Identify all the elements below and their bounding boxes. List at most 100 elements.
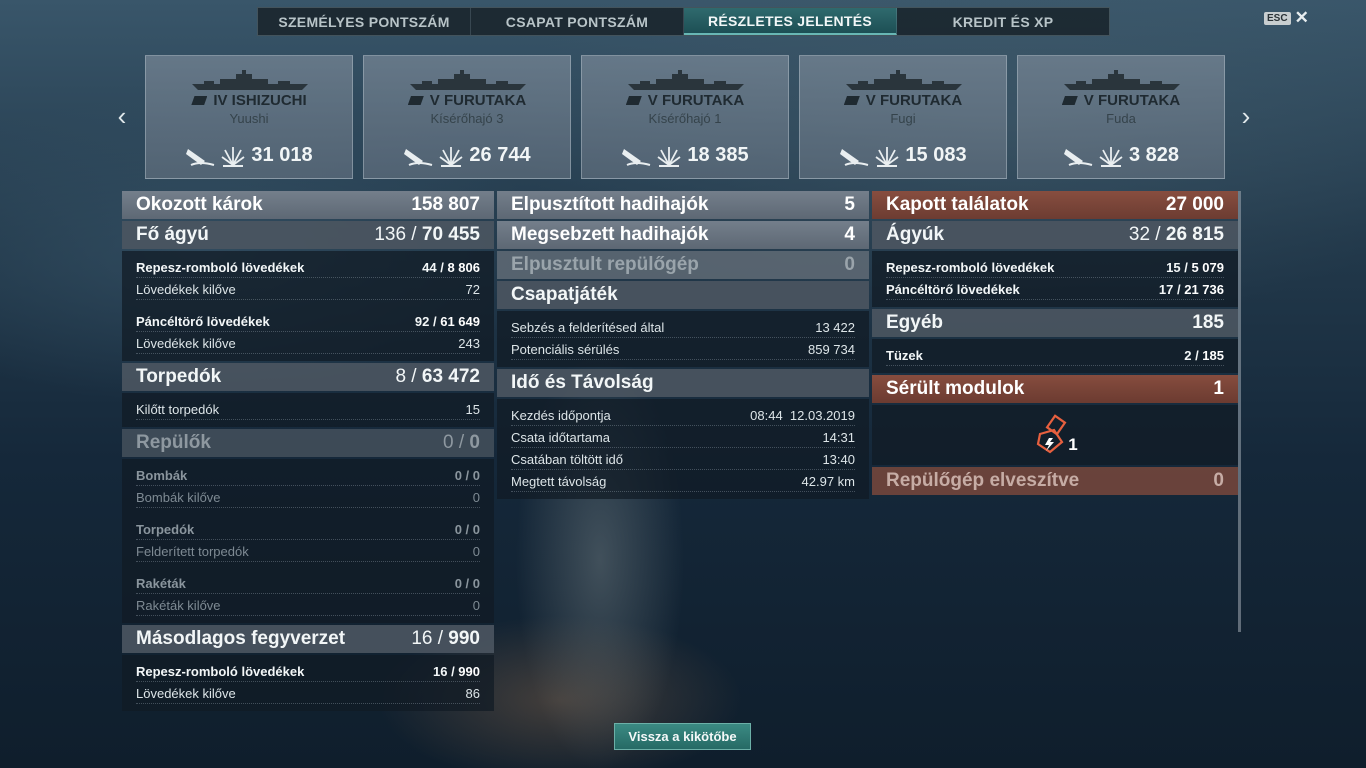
player-name: Fuda xyxy=(1106,111,1136,126)
torpedoes-section: Kilőtt torpedók 15 xyxy=(122,393,494,427)
report-tabs: SZEMÉLYES PONTSZÁM CSAPAT PONTSZÁM RÉSZL… xyxy=(257,7,1110,36)
battle-duration-row: Csata időtartama 14:31 xyxy=(497,427,869,448)
other-received-section: Tüzek 2 / 185 xyxy=(872,339,1238,373)
time-in-battle-row: Csatában töltött idő 13:40 xyxy=(497,449,869,470)
damage-burst-icon xyxy=(1099,146,1123,167)
damage-value: 3 828 xyxy=(1128,144,1180,166)
ship-silhouette-icon xyxy=(1064,70,1180,90)
main-guns-section: Repesz-romboló lövedékek 44 / 8 806 Löved… xyxy=(122,251,494,361)
damage-value: 31 018 xyxy=(251,144,313,166)
sunk-ship-icon xyxy=(622,148,651,166)
ship-name: V FURUTAKA xyxy=(1018,92,1224,109)
team-stats-column: Elpusztított hadihajók 5 Megsebzett hadih… xyxy=(497,191,869,501)
aircraft-section: Bombák 0 / 0 Bombák kilőve 0 Torpedók 0 / 0… xyxy=(122,459,494,623)
received-ap-row: Páncéltörő lövedékek 17 / 21 736 xyxy=(872,279,1238,300)
ship-card[interactable]: IV ISHIZUCHI Yuushi 31 018 xyxy=(145,55,353,179)
bombs-dropped-row: Bombák kilőve 0 xyxy=(122,487,494,508)
close-button[interactable]: ESC ✕ xyxy=(1264,9,1309,26)
ship-name: V FURUTAKA xyxy=(800,92,1006,109)
torpedoes-fired-row: Kilőtt torpedók 15 xyxy=(122,399,494,420)
player-name: Yuushi xyxy=(229,111,269,126)
secondary-header: Másodlagos fegyverzet 16 / 990 xyxy=(122,625,494,653)
ship-card[interactable]: V FURUTAKA Fuda 3 828 xyxy=(1017,55,1225,179)
bombs-row: Bombák 0 / 0 xyxy=(122,465,494,486)
spotted-torpedoes-row: Felderített torpedók 0 xyxy=(122,541,494,562)
spotting-damage-row: Sebzés a felderítésed által 13 422 xyxy=(497,317,869,338)
damage-burst-icon xyxy=(875,146,899,167)
tab-credits-xp[interactable]: KREDIT ÉS XP xyxy=(897,8,1109,35)
planes-destroyed-header: Elpusztult repülőgép 0 xyxy=(497,251,869,279)
ap-fired-row: Lövedékek kilőve 243 xyxy=(122,333,494,354)
ships-destroyed-header: Elpusztított hadihajók 5 xyxy=(497,191,869,219)
ship-card[interactable]: V FURUTAKA Kísérőhajó 3 26 744 xyxy=(363,55,571,179)
damage-caused-header: Okozott károk 158 807 xyxy=(122,191,494,219)
tab-detailed-report[interactable]: RÉSZLETES JELENTÉS xyxy=(684,8,897,35)
secondary-he-row: Repesz-romboló lövedékek 16 / 990 xyxy=(122,661,494,682)
secondary-fired-row: Lövedékek kilőve 86 xyxy=(122,683,494,704)
ship-silhouette-icon xyxy=(192,70,308,90)
player-name: Fugi xyxy=(890,111,916,126)
ship-damage: 18 385 xyxy=(582,144,788,167)
damage-burst-icon xyxy=(221,146,245,167)
next-ship-arrow-icon[interactable]: › xyxy=(1238,103,1254,129)
tab-team-score[interactable]: CSAPAT PONTSZÁM xyxy=(471,8,684,35)
damage-value: 26 744 xyxy=(469,144,531,166)
damage-caused-label: Okozott károk xyxy=(136,194,263,215)
cruiser-class-icon xyxy=(1061,96,1078,105)
ship-damage: 15 083 xyxy=(800,144,1006,167)
potential-damage-row: Potenciális sérülés 859 734 xyxy=(497,339,869,360)
torpedoes-header: Torpedók 8 / 63 472 xyxy=(122,363,494,391)
ship-card[interactable]: V FURUTAKA Kísérőhajó 1 18 385 xyxy=(581,55,789,179)
rockets-row: Rakéták 0 / 0 xyxy=(122,573,494,594)
main-guns-label: Fő ágyú xyxy=(136,224,209,245)
tab-personal-score[interactable]: SZEMÉLYES PONTSZÁM xyxy=(258,8,471,35)
damage-value: 18 385 xyxy=(687,144,749,166)
ap-shells-row: Páncéltörő lövedékek 92 / 61 649 xyxy=(122,311,494,332)
damage-value: 15 083 xyxy=(905,144,967,166)
received-he-row: Repesz-romboló lövedékek 15 / 5 079 xyxy=(872,257,1238,278)
back-to-port-button[interactable]: Vissza a kikötőbe xyxy=(614,723,751,750)
stats-scrollbar[interactable] xyxy=(1238,191,1241,632)
sunk-ship-icon xyxy=(186,148,215,166)
close-icon[interactable]: ✕ xyxy=(1295,9,1309,26)
damage-caused-column: Okozott károk 158 807 Fő ágyú 136 / 70 4… xyxy=(122,191,494,713)
guns-received-header: Ágyúk 32 / 26 815 xyxy=(872,221,1238,249)
sunk-ship-icon xyxy=(1063,148,1093,166)
teamplay-header: Csapatjáték xyxy=(497,281,869,309)
player-name: Kísérőhajó 1 xyxy=(648,111,722,126)
hits-received-header: Kapott találatok 27 000 xyxy=(872,191,1238,219)
ship-damage: 3 828 xyxy=(1018,144,1224,167)
damage-burst-icon xyxy=(657,146,681,167)
he-shells-row: Repesz-romboló lövedékek 44 / 8 806 xyxy=(122,257,494,278)
rockets-fired-row: Rakéták kilőve 0 xyxy=(122,595,494,616)
ship-name: IV ISHIZUCHI xyxy=(146,92,352,109)
cruiser-class-icon xyxy=(407,96,424,105)
damaged-modules-section: 1 xyxy=(872,405,1238,465)
fires-row: Tüzek 2 / 185 xyxy=(872,345,1238,366)
secondary-section: Repesz-romboló lövedékek 16 / 990 Lövedék… xyxy=(122,655,494,711)
other-received-header: Egyéb 185 xyxy=(872,309,1238,337)
ship-name: V FURUTAKA xyxy=(364,92,570,109)
distance-row: Megtett távolság 42.97 km xyxy=(497,471,869,492)
he-fired-row: Lövedékek kilőve 72 xyxy=(122,279,494,300)
main-guns-header: Fő ágyú 136 / 70 455 xyxy=(122,221,494,249)
esc-key-badge: ESC xyxy=(1264,11,1291,25)
ship-card[interactable]: V FURUTAKA Fugi 15 083 xyxy=(799,55,1007,179)
time-distance-header: Idő és Távolság xyxy=(497,369,869,397)
start-time-row: Kezdés időpontja 08:44 12.03.2019 xyxy=(497,405,869,426)
damage-burst-icon xyxy=(439,146,463,167)
teamplay-section: Sebzés a felderítésed által 13 422 Potenc… xyxy=(497,311,869,367)
ship-silhouette-icon xyxy=(410,70,526,90)
ship-damage: 26 744 xyxy=(364,144,570,167)
planes-lost-header: Repülőgép elveszítve 0 xyxy=(872,467,1238,495)
aircraft-header: Repülők 0 / 0 xyxy=(122,429,494,457)
sunk-ship-icon xyxy=(404,148,433,166)
air-torpedoes-row: Torpedók 0 / 0 xyxy=(122,519,494,540)
cruiser-class-icon xyxy=(625,96,642,105)
damaged-modules-header: Sérült modulok 1 xyxy=(872,375,1238,403)
ships-damaged-header: Megsebzett hadihajók 4 xyxy=(497,221,869,249)
player-name: Kísérőhajó 3 xyxy=(430,111,504,126)
time-distance-section: Kezdés időpontja 08:44 12.03.2019 Csata i… xyxy=(497,399,869,499)
prev-ship-arrow-icon[interactable]: ‹ xyxy=(114,103,130,129)
ship-silhouette-icon xyxy=(846,70,962,90)
